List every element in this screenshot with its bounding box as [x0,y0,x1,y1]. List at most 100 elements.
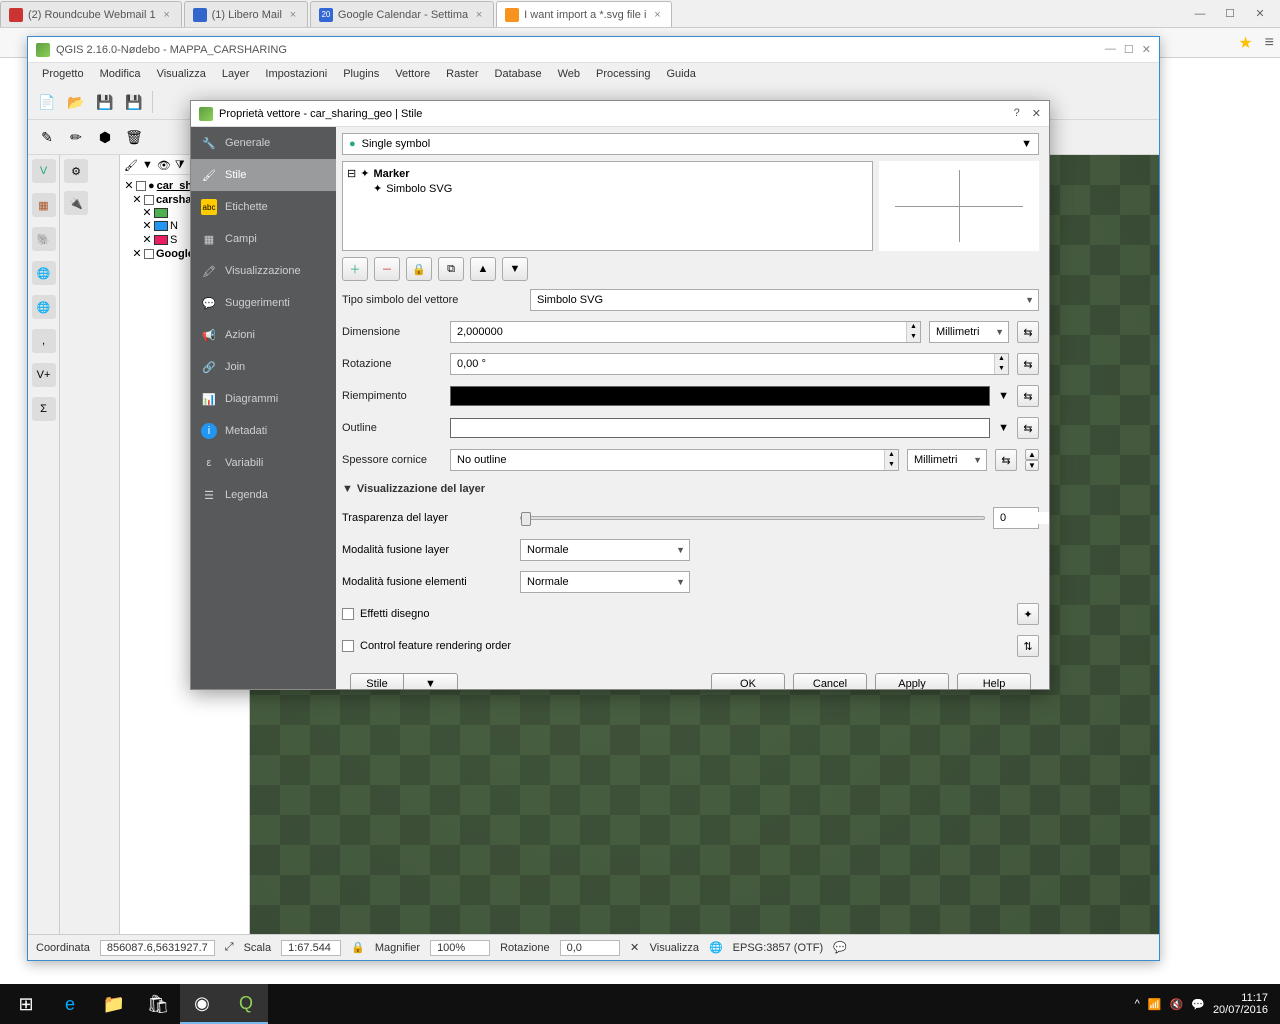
scroll-up-button[interactable]: ▲ [1025,449,1039,460]
virtual-layer-icon[interactable]: Σ [32,397,56,421]
stroke-unit-select[interactable]: Millimetri▼ [907,449,987,471]
scale-field[interactable]: 1:67.544 [281,940,341,956]
data-defined-button[interactable]: ⇆ [1017,385,1039,407]
dialog-help-icon[interactable]: ? [1014,107,1020,120]
edge-icon[interactable]: e [48,984,92,1024]
menu-plugins[interactable]: Plugins [337,66,385,82]
fill-color-button[interactable] [450,386,990,406]
stroke-width-input[interactable]: ▲▼ [450,449,899,471]
layer-filter-icon[interactable]: ▼ [142,159,153,172]
apply-button[interactable]: Apply [875,673,949,689]
layer-funnel-icon[interactable]: ⧩ [175,159,185,172]
remove-symbol-layer-button[interactable]: － [374,257,400,281]
window-close-icon[interactable]: ✕ [1142,43,1151,56]
plugin-icon[interactable]: 🔌 [64,191,88,215]
menu-modifica[interactable]: Modifica [94,66,147,82]
menu-impostazioni[interactable]: Impostazioni [259,66,333,82]
move-up-button[interactable]: ▲ [470,257,496,281]
transparency-slider[interactable] [520,516,985,520]
layer-eye-icon[interactable]: 👁 [157,159,171,172]
outline-color-button[interactable] [450,418,990,438]
menu-layer[interactable]: Layer [216,66,256,82]
render-checkbox[interactable]: ✕ [630,943,640,953]
save-as-icon[interactable]: 💾 [121,89,147,115]
add-csv-icon[interactable]: , [32,329,56,353]
menu-icon[interactable]: ≡ [1265,34,1274,52]
taskbar-clock[interactable]: 11:17 20/07/2016 [1213,992,1268,1016]
data-defined-button[interactable]: ⇆ [1017,353,1039,375]
tray-up-icon[interactable]: ^ [1135,998,1140,1010]
browser-tab[interactable]: (2) Roundcube Webmail 1× [0,1,182,27]
add-vector-icon[interactable]: V [32,159,56,183]
window-maximize-icon[interactable]: ☐ [1124,43,1134,56]
blend-layer-select[interactable]: Normale▼ [520,539,690,561]
sidebar-item-visualizzazione[interactable]: 🖍Visualizzazione [191,255,336,287]
add-symbol-layer-button[interactable]: ＋ [342,257,368,281]
tab-close-icon[interactable]: × [161,9,173,21]
sidebar-item-azioni[interactable]: 📢Azioni [191,319,336,351]
menu-progetto[interactable]: Progetto [36,66,90,82]
effects-config-button[interactable]: ✦ [1017,603,1039,625]
size-unit-select[interactable]: Millimetri▼ [929,321,1009,343]
rendering-order-checkbox[interactable] [342,640,354,652]
chrome-icon[interactable]: ◉ [180,984,224,1024]
pencil-icon[interactable]: ✎ [34,124,60,150]
new-project-icon[interactable]: 📄 [34,89,60,115]
open-project-icon[interactable]: 📂 [63,89,89,115]
symbol-layer-tree[interactable]: ⊟ ✦ Marker ✦ Simbolo SVG [342,161,873,251]
data-defined-button[interactable]: ⇆ [995,449,1017,471]
menu-processing[interactable]: Processing [590,66,656,82]
extents-icon[interactable]: ⤢ [225,941,234,954]
store-icon[interactable]: 🛍 [136,984,180,1024]
rendering-order-config-button[interactable]: ⇅ [1017,635,1039,657]
sidebar-item-suggerimenti[interactable]: 💬Suggerimenti [191,287,336,319]
menu-visualizza[interactable]: Visualizza [151,66,212,82]
add-raster-icon[interactable]: ▦ [32,193,56,217]
menu-vettore[interactable]: Vettore [389,66,436,82]
lock-icon[interactable]: 🔒 [351,941,365,954]
volume-icon[interactable]: 🔇 [1170,998,1184,1011]
sidebar-item-variabili[interactable]: εVariabili [191,447,336,479]
collapse-icon[interactable]: ⊟ [347,167,356,180]
rotation-field[interactable]: 0,0 [560,940,620,956]
size-input[interactable]: ▲▼ [450,321,921,343]
magnifier-field[interactable]: 100% [430,940,490,956]
qgis-taskbar-icon[interactable]: Q [224,984,268,1024]
duplicate-symbol-button[interactable]: ⧉ [438,257,464,281]
renderer-type-select[interactable]: ● Single symbol ▼ [342,133,1039,155]
menu-raster[interactable]: Raster [440,66,484,82]
window-maximize-icon[interactable]: ☐ [1216,4,1244,24]
sidebar-item-legenda[interactable]: ☰Legenda [191,479,336,511]
color-dropdown-icon[interactable]: ▼ [998,422,1009,434]
help-button[interactable]: Help [957,673,1031,689]
start-button[interactable]: ⊞ [4,984,48,1024]
style-menu-dropdown[interactable]: ▼ [404,673,458,689]
explorer-icon[interactable]: 📁 [92,984,136,1024]
trash-icon[interactable]: 🗑 [121,124,147,150]
node-icon[interactable]: ⬢ [92,124,118,150]
symbol-layer-type-select[interactable]: Simbolo SVG▼ [530,289,1039,311]
layer-rendering-header[interactable]: ▼ Visualizzazione del layer [342,479,1039,499]
menu-web[interactable]: Web [552,66,586,82]
tab-close-icon[interactable]: × [473,9,485,21]
scroll-down-button[interactable]: ▼ [1025,460,1039,471]
window-close-icon[interactable]: ✕ [1246,4,1274,24]
add-wfs-icon[interactable]: 🌐 [32,295,56,319]
draw-effects-checkbox[interactable] [342,608,354,620]
processing-icon[interactable]: ⚙ [64,159,88,183]
new-vector-icon[interactable]: V+ [32,363,56,387]
blend-feature-select[interactable]: Normale▼ [520,571,690,593]
sidebar-item-diagrammi[interactable]: 📊Diagrammi [191,383,336,415]
edit-icon[interactable]: ✏ [63,124,89,150]
coord-field[interactable]: 856087.6,5631927.7 [100,940,215,956]
add-postgis-icon[interactable]: 🐘 [32,227,56,251]
sidebar-item-campi[interactable]: ▦Campi [191,223,336,255]
rotation-input[interactable]: ▲▼ [450,353,1009,375]
dialog-titlebar[interactable]: Proprietà vettore - car_sharing_geo | St… [191,101,1049,127]
save-project-icon[interactable]: 💾 [92,89,118,115]
dialog-close-icon[interactable]: ✕ [1032,107,1041,120]
tab-close-icon[interactable]: × [287,9,299,21]
cancel-button[interactable]: Cancel [793,673,867,689]
transparency-value[interactable]: ▲▼ [993,507,1039,529]
menu-guida[interactable]: Guida [660,66,701,82]
